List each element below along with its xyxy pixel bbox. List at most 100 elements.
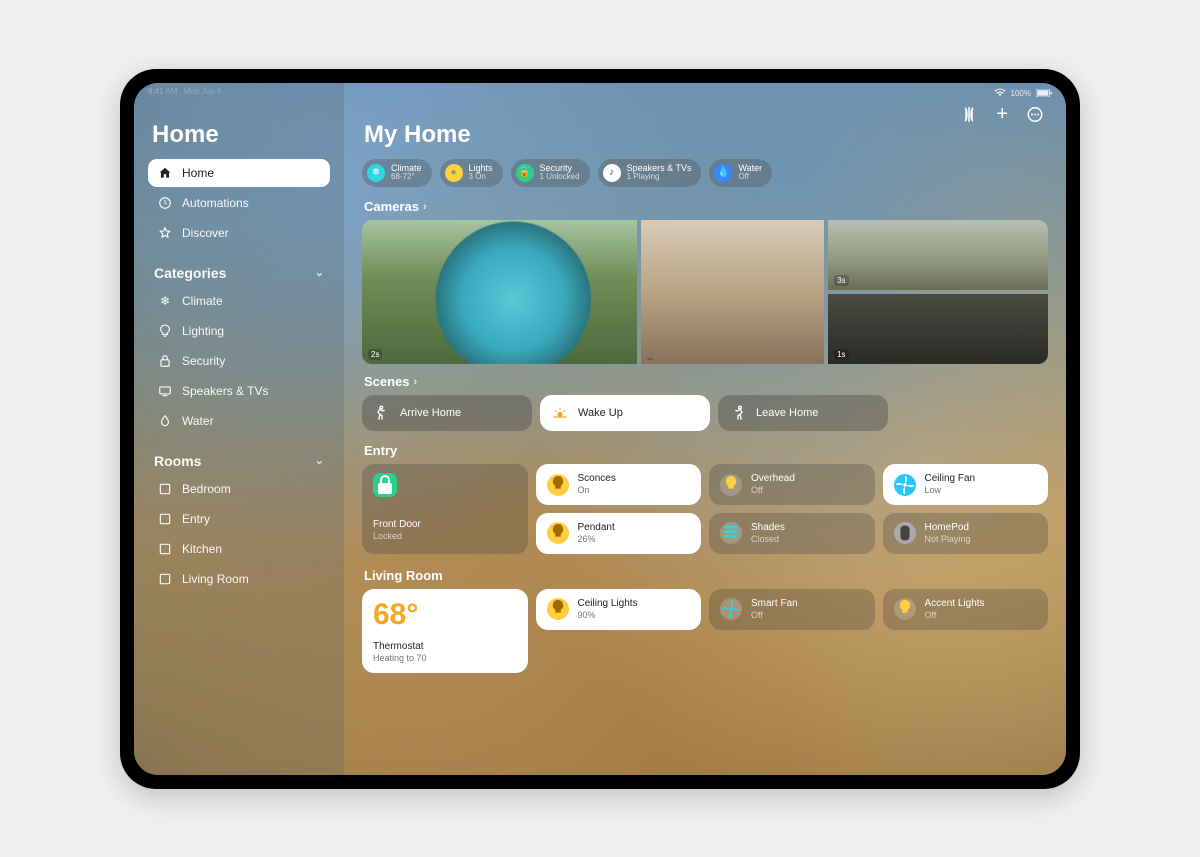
- pill-water[interactable]: 💧 WaterOff: [709, 159, 772, 188]
- shade-icon: [720, 522, 742, 544]
- bulb-icon: ●: [445, 164, 463, 182]
- star-icon: [158, 226, 172, 240]
- bulb-icon: [547, 474, 569, 496]
- tile-label: Sconces: [578, 473, 616, 485]
- top-actions: +: [960, 103, 1044, 126]
- tile-label: Shades: [751, 522, 785, 534]
- tile-ceiling-fan[interactable]: Ceiling FanLow: [883, 464, 1049, 505]
- sidebar-item-speakers[interactable]: Speakers & TVs: [148, 377, 330, 405]
- tv-icon: [158, 384, 172, 398]
- chevron-down-icon: ⌄: [315, 266, 324, 279]
- scene-label: Leave Home: [756, 407, 818, 419]
- lock-icon: 🔒: [516, 164, 534, 182]
- scene-leave-home[interactable]: Leave Home: [718, 395, 888, 431]
- tile-overhead[interactable]: OverheadOff: [709, 464, 875, 505]
- room-icon: [158, 542, 172, 556]
- tile-shades[interactable]: ShadesClosed: [709, 513, 875, 554]
- bulb-icon: [158, 324, 172, 338]
- tile-status: Heating to 70: [373, 653, 427, 664]
- scene-arrive-home[interactable]: Arrive Home: [362, 395, 532, 431]
- pill-speakers[interactable]: ♪ Speakers & TVs1 Playing: [598, 159, 702, 188]
- intercom-icon[interactable]: [960, 103, 978, 126]
- water-icon: 💧: [714, 164, 732, 182]
- automation-icon: [158, 196, 172, 210]
- pill-security[interactable]: 🔒 Security1 Unlocked: [511, 159, 590, 188]
- tile-label: Ceiling Lights: [578, 598, 638, 610]
- add-icon[interactable]: +: [996, 103, 1008, 126]
- tile-front-door[interactable]: Front Door Locked: [362, 464, 528, 554]
- sidebar-item-label: Entry: [182, 512, 210, 526]
- sidebar-item-label: Security: [182, 354, 225, 368]
- sidebar-item-label: Home: [182, 166, 214, 180]
- camera-tile[interactable]: 3s: [828, 220, 1048, 290]
- categories-header[interactable]: Categories ⌄: [154, 265, 324, 281]
- scene-wake-up[interactable]: Wake Up: [540, 395, 710, 431]
- bulb-icon: [547, 522, 569, 544]
- lock-icon: [158, 354, 172, 368]
- sidebar-item-lighting[interactable]: Lighting: [148, 317, 330, 345]
- rooms-header[interactable]: Rooms ⌄: [154, 453, 324, 469]
- tile-label: Overhead: [751, 473, 795, 485]
- sidebar-item-label: Automations: [182, 196, 249, 210]
- ipad-frame: 9:41 AM Mon Jun 6 100% Home: [120, 69, 1080, 789]
- more-icon[interactable]: [1026, 103, 1044, 126]
- tile-pendant[interactable]: Pendant26%: [536, 513, 702, 554]
- climate-icon: ❄︎: [367, 164, 385, 182]
- scenes-header[interactable]: Scenes ›: [364, 374, 1046, 389]
- tile-sconces[interactable]: SconcesOn: [536, 464, 702, 505]
- sidebar-item-automations[interactable]: Automations: [148, 189, 330, 217]
- pill-lights[interactable]: ● Lights3 On: [440, 159, 503, 188]
- sidebar-item-bedroom[interactable]: Bedroom: [148, 475, 330, 503]
- camera-tile[interactable]: 1s: [828, 294, 1048, 364]
- sidebar-item-home[interactable]: Home: [148, 159, 330, 187]
- sidebar-item-entry[interactable]: Entry: [148, 505, 330, 533]
- water-icon: [158, 414, 172, 428]
- sidebar-item-water[interactable]: Water: [148, 407, 330, 435]
- camera-tile[interactable]: 2s: [362, 220, 637, 364]
- tile-homepod[interactable]: HomePodNot Playing: [883, 513, 1049, 554]
- living-room-header[interactable]: Living Room: [364, 568, 1046, 583]
- tile-label: Thermostat: [373, 641, 427, 653]
- scenes-row: Arrive Home Wake Up Leave Home: [362, 395, 1048, 431]
- person-arrive-icon: [374, 405, 390, 421]
- chevron-down-icon: ⌄: [315, 454, 324, 467]
- cameras-header[interactable]: Cameras ›: [364, 199, 1046, 214]
- tile-status: Off: [751, 610, 798, 621]
- speaker-icon: [894, 522, 916, 544]
- tile-status: Low: [925, 485, 976, 496]
- living-room-grid: 68° Thermostat Heating to 70 Ceiling Lig…: [362, 589, 1048, 673]
- tile-thermostat[interactable]: 68° Thermostat Heating to 70: [362, 589, 528, 673]
- room-icon: [158, 512, 172, 526]
- sidebar-item-discover[interactable]: Discover: [148, 219, 330, 247]
- sidebar-item-label: Water: [182, 414, 214, 428]
- sidebar-item-livingroom[interactable]: Living Room: [148, 565, 330, 593]
- sidebar-item-climate[interactable]: ❄︎ Climate: [148, 287, 330, 315]
- summary-pills: ❄︎ Climate68-72° ● Lights3 On 🔒 Security…: [362, 159, 1048, 188]
- camera-tile[interactable]: [641, 220, 824, 364]
- tile-label: Ceiling Fan: [925, 473, 976, 485]
- bulb-icon: [547, 598, 569, 620]
- room-icon: [158, 572, 172, 586]
- sidebar-item-label: Bedroom: [182, 482, 231, 496]
- entry-header[interactable]: Entry: [364, 443, 1046, 458]
- tile-status: Off: [925, 610, 985, 621]
- home-icon: [158, 166, 172, 180]
- tile-smart-fan[interactable]: Smart FanOff: [709, 589, 875, 630]
- sidebar-item-label: Climate: [182, 294, 223, 308]
- tile-accent-lights[interactable]: Accent LightsOff: [883, 589, 1049, 630]
- sidebar-title: Home: [152, 121, 326, 149]
- tile-ceiling-lights[interactable]: Ceiling Lights90%: [536, 589, 702, 630]
- sidebar-item-kitchen[interactable]: Kitchen: [148, 535, 330, 563]
- scene-label: Arrive Home: [400, 407, 461, 419]
- pill-climate[interactable]: ❄︎ Climate68-72°: [362, 159, 432, 188]
- person-leave-icon: [730, 405, 746, 421]
- camera-grid: 2s 3s 1s: [362, 220, 1048, 364]
- tile-status: Locked: [373, 531, 421, 542]
- sidebar-item-security[interactable]: Security: [148, 347, 330, 375]
- tile-label: Smart Fan: [751, 598, 798, 610]
- snowflake-icon: ❄︎: [158, 294, 172, 308]
- sidebar-item-label: Speakers & TVs: [182, 384, 268, 398]
- main-content: + My Home ❄︎ Climate68-72° ● Lights3 On …: [344, 83, 1066, 775]
- tile-label: Accent Lights: [925, 598, 985, 610]
- fan-icon: [894, 474, 916, 496]
